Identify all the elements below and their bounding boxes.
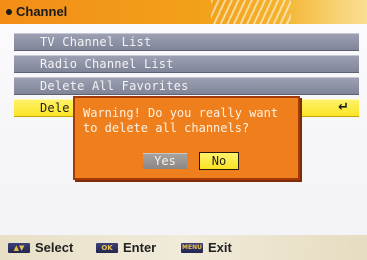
menu-item-tv-channel-list[interactable]: TV Channel List (14, 33, 359, 51)
menu-key-icon: MENU (181, 243, 203, 253)
menu-item-label: Dele (40, 101, 70, 115)
menu-title: Channel (16, 4, 68, 19)
menu-item-label: Delete All Favorites (40, 79, 189, 93)
menu-item-radio-channel-list[interactable]: Radio Channel List (14, 55, 359, 73)
hint-label: Enter (123, 240, 157, 255)
delete-confirmation-dialog: Warning! Do you really want to delete al… (73, 96, 300, 180)
menu-item-delete-all-favorites[interactable]: Delete All Favorites (14, 77, 359, 95)
arrow-keys-icon: ▲▼ (8, 243, 30, 253)
channel-menu-screen: Channel TV Channel List Radio Channel Li… (0, 0, 367, 260)
bullet-icon (6, 9, 12, 15)
hint-label: Select (35, 240, 74, 255)
hint-label: Exit (208, 240, 232, 255)
enter-arrow-icon: ↵ (338, 100, 349, 115)
header-shine-decoration (277, 0, 367, 24)
menu-item-label: Radio Channel List (40, 57, 174, 71)
menu-header: Channel (0, 0, 367, 24)
ok-key-icon: OK (96, 243, 118, 253)
dialog-message: Warning! Do you really want to delete al… (83, 106, 279, 135)
menu-item-label: TV Channel List (40, 35, 152, 49)
no-button[interactable]: No (199, 152, 239, 170)
yes-button[interactable]: Yes (143, 153, 187, 169)
key-hint-bar: ▲▼ Select OK Enter MENU Exit (0, 235, 367, 260)
